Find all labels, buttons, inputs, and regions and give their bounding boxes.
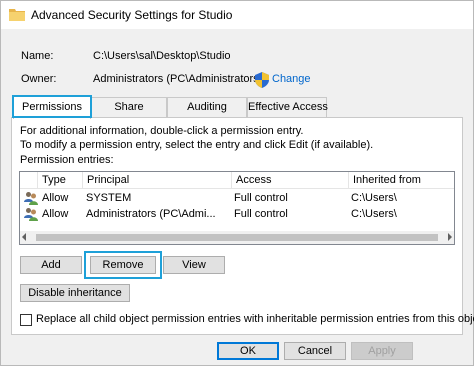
scroll-right-arrow-icon[interactable] [448,233,452,241]
info-line-1: For additional information, double-click… [20,125,304,137]
row-inherited-from: C:\Users\ [351,208,397,220]
row-principal: SYSTEM [86,192,132,204]
tab-share[interactable]: Share [91,97,167,117]
uac-shield-icon [255,72,269,88]
name-label: Name: [21,50,54,62]
view-button[interactable]: View [163,256,225,274]
change-owner-link[interactable]: Change [272,73,311,85]
table-row[interactable]: Allow Administrators (PC\Admi... Full co… [20,206,454,222]
owner-value: Administrators (PC\Administrators) [93,73,263,85]
add-button[interactable]: Add [20,256,82,274]
replace-child-permissions-label[interactable]: Replace all child object permission entr… [36,313,474,325]
apply-button[interactable]: Apply [351,342,413,360]
folder-icon [9,9,25,21]
row-access: Full control [234,208,288,220]
tab-permissions[interactable]: Permissions [13,95,91,119]
cancel-button[interactable]: Cancel [284,342,346,360]
column-header-type[interactable]: Type [38,172,83,189]
tab-auditing[interactable]: Auditing [167,97,247,117]
list-header: Type Principal Access Inherited from [20,172,454,189]
column-header-principal[interactable]: Principal [83,172,232,189]
ok-button[interactable]: OK [217,342,279,360]
owner-label: Owner: [21,73,57,85]
window-title: Advanced Security Settings for Studio [31,8,233,22]
scrollbar-thumb[interactable] [36,234,438,241]
row-type: Allow [42,208,69,220]
tab-effective-access[interactable]: Effective Access [247,97,328,117]
permission-entries-label: Permission entries: [20,154,114,166]
disable-inheritance-button[interactable]: Disable inheritance [20,284,130,302]
info-line-2: To modify a permission entry, select the… [20,139,374,151]
row-access: Full control [234,192,288,204]
scroll-left-arrow-icon[interactable] [22,233,26,241]
column-header-access[interactable]: Access [232,172,349,189]
users-icon [24,208,38,221]
row-principal: Administrators (PC\Admi... [86,208,216,220]
column-header-icon[interactable] [20,172,38,189]
table-row[interactable]: Allow SYSTEM Full control C:\Users\ [20,190,454,206]
horizontal-scrollbar[interactable] [20,231,454,244]
replace-child-permissions-checkbox[interactable] [20,314,32,326]
security-settings-window: Advanced Security Settings for Studio Na… [0,0,474,366]
title-bar[interactable]: Advanced Security Settings for Studio [1,1,473,29]
permission-entries-list[interactable]: Type Principal Access Inherited from All… [19,171,455,245]
row-type: Allow [42,192,69,204]
name-value: C:\Users\sal\Desktop\Studio [93,50,231,62]
remove-button[interactable]: Remove [90,256,156,274]
users-icon [24,192,38,205]
column-header-inherited-from[interactable]: Inherited from [349,172,454,189]
row-inherited-from: C:\Users\ [351,192,397,204]
